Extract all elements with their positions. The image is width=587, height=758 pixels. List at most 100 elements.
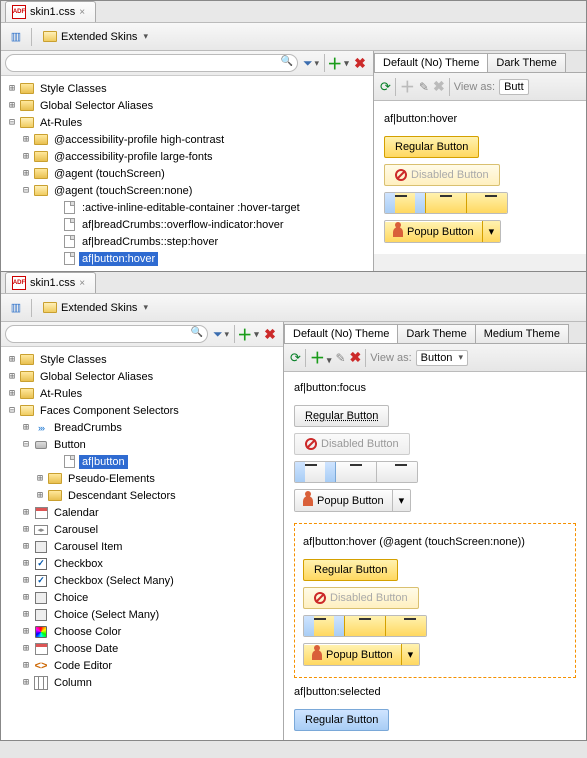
expand-icon[interactable] (5, 371, 19, 382)
tree-node[interactable]: Style Classes (37, 353, 110, 367)
expand-icon[interactable] (19, 677, 33, 688)
tree-node[interactable]: @agent (touchScreen:none) (51, 184, 195, 198)
tree-node[interactable]: Global Selector Aliases (37, 99, 156, 113)
tree-node[interactable]: Checkbox (Select Many) (51, 574, 177, 588)
regular-button-preview[interactable]: Regular Button (294, 405, 389, 427)
tree-node[interactable]: :active-inline-editable-container :hover… (79, 201, 303, 215)
toggle-group-preview[interactable] (384, 192, 508, 214)
edit-icon[interactable]: ✎ (419, 80, 429, 94)
tree-node[interactable]: @agent (touchScreen) (51, 167, 168, 181)
refresh-icon[interactable]: ⟳ (380, 79, 391, 95)
tree-node[interactable]: Style Classes (37, 82, 110, 96)
popup-button-preview[interactable]: Popup Button▾ (384, 220, 501, 243)
regular-button-preview[interactable]: Regular Button (384, 136, 479, 158)
expand-icon[interactable] (5, 100, 19, 111)
search-input[interactable] (5, 54, 298, 72)
tree-node[interactable]: Carousel (51, 523, 101, 537)
expand-icon[interactable] (33, 473, 47, 484)
tree-node[interactable]: Choose Color (51, 625, 124, 639)
tree-node[interactable]: Choice (51, 591, 91, 605)
expand-icon[interactable] (5, 388, 19, 399)
theme-tab[interactable]: Medium Theme (475, 324, 569, 343)
popup-button-preview[interactable]: Popup Button▾ (303, 643, 420, 666)
theme-tab[interactable]: Dark Theme (487, 53, 565, 72)
delete-button[interactable]: ✖ (351, 54, 369, 72)
refresh-icon[interactable]: ⟳ (290, 350, 301, 366)
filter-button[interactable]: ⏷ (212, 325, 230, 343)
add-button[interactable]: ＋ (329, 54, 347, 72)
add-icon[interactable]: ＋ (400, 76, 415, 97)
theme-tab[interactable]: Default (No) Theme (374, 53, 488, 72)
expand-icon[interactable] (5, 83, 19, 94)
expand-icon[interactable] (19, 643, 33, 654)
delete-icon[interactable]: ✖ (433, 78, 445, 95)
expand-icon[interactable] (19, 609, 33, 620)
add-button[interactable]: ＋ (239, 325, 257, 343)
expand-icon[interactable] (19, 592, 33, 603)
close-icon[interactable]: × (79, 7, 85, 18)
file-tab[interactable]: ADF skin1.css × (5, 272, 96, 293)
edit-icon[interactable]: ✎ (335, 351, 345, 365)
panel-toggle-icon[interactable]: ▥ (7, 28, 25, 46)
toggle-group-preview[interactable] (294, 461, 418, 483)
tree-node[interactable]: Carousel Item (51, 540, 125, 554)
extended-skins-dropdown[interactable]: Extended Skins (38, 299, 153, 317)
view-as-select[interactable]: Button (416, 350, 468, 366)
tree-node[interactable]: Descendant Selectors (65, 489, 179, 503)
tree-node-selected[interactable]: af|button (79, 455, 128, 469)
expand-icon[interactable] (33, 490, 47, 501)
collapse-icon[interactable] (19, 439, 33, 450)
tree-node[interactable]: @accessibility-profile large-fonts (51, 150, 216, 164)
expand-icon[interactable] (19, 151, 33, 162)
collapse-icon[interactable] (5, 405, 19, 416)
filter-button[interactable]: ⏷ (302, 54, 320, 72)
tree-node[interactable]: Checkbox (51, 557, 106, 571)
theme-tab[interactable]: Default (No) Theme (284, 324, 398, 343)
tree-node-selected[interactable]: af|button:hover (79, 252, 158, 266)
collapse-icon[interactable] (19, 185, 33, 196)
tree-node[interactable]: af|breadCrumbs::overflow-indicator:hover (79, 218, 287, 232)
close-icon[interactable]: × (79, 278, 85, 289)
tree-node[interactable]: Column (51, 676, 95, 690)
tree-node[interactable]: Calendar (51, 506, 102, 520)
expand-icon[interactable] (19, 168, 33, 179)
extended-skins-dropdown[interactable]: Extended Skins (38, 28, 153, 46)
tree-node[interactable]: af|breadCrumbs::step:hover (79, 235, 221, 249)
tree-node[interactable]: At-Rules (37, 116, 85, 130)
panel-toggle-icon[interactable]: ▥ (7, 299, 25, 317)
add-icon[interactable]: ＋ (310, 347, 332, 368)
expand-icon[interactable] (19, 558, 33, 569)
collapse-icon[interactable] (5, 117, 19, 128)
expand-icon[interactable] (19, 626, 33, 637)
breadcrumbs-icon: ››› (33, 423, 49, 433)
tree-node[interactable]: Choose Date (51, 642, 121, 656)
expand-icon[interactable] (19, 575, 33, 586)
search-input[interactable] (5, 325, 208, 343)
view-as-select[interactable]: Butt (499, 79, 529, 95)
expand-icon[interactable] (19, 134, 33, 145)
file-tab[interactable]: ADF skin1.css × (5, 1, 96, 22)
delete-button[interactable]: ✖ (261, 325, 279, 343)
expand-icon[interactable] (19, 660, 33, 671)
expand-icon[interactable] (19, 541, 33, 552)
tree-node[interactable]: Code Editor (51, 659, 115, 673)
expand-icon[interactable] (5, 354, 19, 365)
theme-tab[interactable]: Dark Theme (397, 324, 475, 343)
tree-node[interactable]: BreadCrumbs (51, 421, 125, 435)
tree-node[interactable]: Button (51, 438, 89, 452)
tree-node[interactable]: Global Selector Aliases (37, 370, 156, 384)
tree-node[interactable]: Choice (Select Many) (51, 608, 162, 622)
delete-icon[interactable]: ✖ (350, 349, 362, 366)
regular-button-preview[interactable]: Regular Button (294, 709, 389, 731)
toggle-group-preview[interactable] (303, 615, 427, 637)
tree-node[interactable]: At-Rules (37, 387, 85, 401)
tree-node[interactable]: Faces Component Selectors (37, 404, 182, 418)
tree-node[interactable]: Pseudo-Elements (65, 472, 158, 486)
tree-node[interactable]: @accessibility-profile high-contrast (51, 133, 227, 147)
expand-icon[interactable] (19, 422, 33, 433)
popup-button-preview[interactable]: Popup Button▾ (294, 489, 411, 512)
main-toolbar: ▥ Extended Skins (1, 294, 586, 322)
expand-icon[interactable] (19, 507, 33, 518)
regular-button-preview[interactable]: Regular Button (303, 559, 398, 581)
expand-icon[interactable] (19, 524, 33, 535)
